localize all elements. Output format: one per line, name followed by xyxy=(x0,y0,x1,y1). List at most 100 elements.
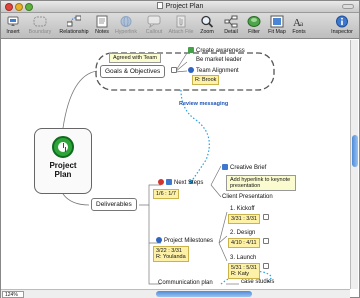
zoom-label: Zoom xyxy=(200,29,214,35)
case-studies[interactable]: case studies xyxy=(241,279,274,285)
next-steps-topic[interactable]: Next Steps xyxy=(158,179,203,186)
flag-icon xyxy=(188,47,194,53)
kickoff-label: 1. Kickoff xyxy=(230,206,255,212)
launch-resource-text: R: Katy xyxy=(231,271,250,277)
communication-label: Communication plan xyxy=(158,280,213,286)
fit-map-icon xyxy=(270,15,284,28)
milestones-resource-text: R: Youlanda xyxy=(156,254,186,260)
filter-button[interactable]: Filter xyxy=(245,15,263,35)
milestone-kickoff[interactable]: 1. Kickoff xyxy=(230,206,255,212)
toolbar-toggle-button[interactable] xyxy=(342,4,354,9)
toolbar: Insert Boundary Relationship Notes Hyper… xyxy=(1,13,359,39)
magnifier-icon xyxy=(200,15,214,28)
goals-child-3[interactable]: Team Alignment xyxy=(188,67,239,74)
milestone-launch[interactable]: 3. Launch xyxy=(230,255,256,261)
goals-child-3-label: Team Alignment xyxy=(196,68,239,74)
inspector-button[interactable]: Inspector xyxy=(330,15,354,35)
design-label: 2. Design xyxy=(230,230,256,236)
relationship-label: Relationship xyxy=(59,29,89,35)
next-steps-callout[interactable]: Add hyperlink to keynote presentation xyxy=(226,175,296,191)
design-dates: 4/10 : 4/11 xyxy=(228,238,260,248)
attach-file-icon xyxy=(174,15,188,28)
document-icon xyxy=(222,164,228,170)
deliverables-topic[interactable]: Deliverables xyxy=(91,198,137,211)
fonts-label: Fonts xyxy=(292,29,306,35)
callout-button[interactable]: Callout xyxy=(143,15,165,35)
next-steps-label: Next Steps xyxy=(174,180,204,186)
creative-brief[interactable]: Creative Brief xyxy=(222,164,266,171)
window-title-text: Project Plan xyxy=(165,3,204,10)
goals-child-1[interactable]: Create awareness xyxy=(188,47,245,54)
goals-callout-text: Agreed with Team xyxy=(113,55,157,61)
hyperlink-label: Hyperlink xyxy=(114,29,138,35)
map-canvas[interactable]: Project Plan Goals & Objectives Agreed w… xyxy=(1,40,350,289)
central-title-line1: Project xyxy=(49,161,77,170)
calendar-icon[interactable] xyxy=(263,214,269,220)
milestones-dates: 3/22 : 3/31 R: Youlanda xyxy=(153,246,189,262)
person-icon xyxy=(188,67,194,73)
boundary-label: Boundary xyxy=(28,29,52,35)
notes-label: Notes xyxy=(95,29,109,35)
callout-icon xyxy=(147,15,161,29)
client-presentation-label: Client Presentation xyxy=(222,194,273,200)
kickoff-dates: 3/31 : 3/31 xyxy=(228,214,260,224)
detail-label: Detail xyxy=(224,29,238,35)
app-window: Project Plan Insert Boundary Relationshi… xyxy=(0,0,360,298)
boundary-button[interactable]: Boundary xyxy=(26,15,54,35)
calendar-icon[interactable] xyxy=(263,263,269,269)
central-title-line2: Plan xyxy=(54,170,72,179)
fonts-button[interactable]: Aa Fonts xyxy=(290,15,308,35)
client-presentation[interactable]: Client Presentation xyxy=(222,194,273,200)
hyperlink-button[interactable]: Hyperlink xyxy=(113,15,139,35)
detail-button[interactable]: Detail xyxy=(222,15,240,35)
zoom-value: 124% xyxy=(5,292,18,298)
task-icon xyxy=(166,179,172,185)
person-icon xyxy=(156,237,162,243)
goals-topic[interactable]: Goals & Objectives xyxy=(100,65,166,78)
notes-button[interactable]: Notes xyxy=(93,15,111,35)
goals-child-2[interactable]: Be market leader xyxy=(196,57,242,63)
note-icon[interactable] xyxy=(171,67,177,73)
milestone-design[interactable]: 2. Design xyxy=(230,230,255,236)
vertical-scroll-thumb[interactable] xyxy=(352,135,358,167)
zoom-button[interactable]: Zoom xyxy=(198,15,216,35)
goals-callout[interactable]: Agreed with Team xyxy=(109,53,161,63)
notes-icon xyxy=(95,15,109,28)
relationship-button[interactable]: Relationship xyxy=(58,15,90,35)
horizontal-scrollbar[interactable]: 124% xyxy=(1,289,350,298)
insert-icon xyxy=(6,15,20,28)
attach-file-label: Attach File xyxy=(168,29,194,35)
kickoff-dates-text: 3/31 : 3/31 xyxy=(231,216,257,222)
milestones-topic[interactable]: Project Milestones xyxy=(156,237,213,244)
communication-topic[interactable]: Communication plan xyxy=(158,280,213,286)
goals-label: Goals & Objectives xyxy=(105,68,161,75)
creative-brief-label: Creative Brief xyxy=(230,165,267,171)
clock-icon xyxy=(52,136,74,158)
info-icon xyxy=(335,15,349,28)
case-studies-label: case studies xyxy=(241,279,275,285)
next-steps-callout-text: Add hyperlink to keynote presentation xyxy=(230,177,291,189)
svg-text:a: a xyxy=(300,20,304,28)
central-topic[interactable]: Project Plan xyxy=(34,128,92,194)
milestones-label: Project Milestones xyxy=(164,238,214,244)
goals-child-1-label: Create awareness xyxy=(196,48,245,54)
boundary-icon xyxy=(33,15,47,28)
deliverables-label: Deliverables xyxy=(96,201,132,208)
goals-resource-text: R: Brook xyxy=(195,77,217,83)
zoom-select[interactable]: 124% xyxy=(2,291,24,298)
insert-button[interactable]: Insert xyxy=(4,15,22,35)
document-icon xyxy=(156,2,163,9)
window-title: Project Plan xyxy=(1,2,359,10)
inspector-label: Inspector xyxy=(331,29,353,35)
goals-resource: R: Brook xyxy=(192,75,220,85)
vertical-scrollbar[interactable] xyxy=(350,40,358,289)
attach-file-button[interactable]: Attach File xyxy=(167,15,195,35)
fonts-icon: Aa xyxy=(292,15,306,29)
fit-map-button[interactable]: Fit Map xyxy=(266,15,288,35)
goals-child-2-label: Be market leader xyxy=(196,57,242,63)
callout-label: Callout xyxy=(145,29,163,35)
calendar-icon[interactable] xyxy=(263,238,269,244)
horizontal-scroll-thumb[interactable] xyxy=(156,291,252,297)
relationship-label[interactable]: Review messaging xyxy=(179,101,228,107)
filter-label: Filter xyxy=(248,29,260,35)
